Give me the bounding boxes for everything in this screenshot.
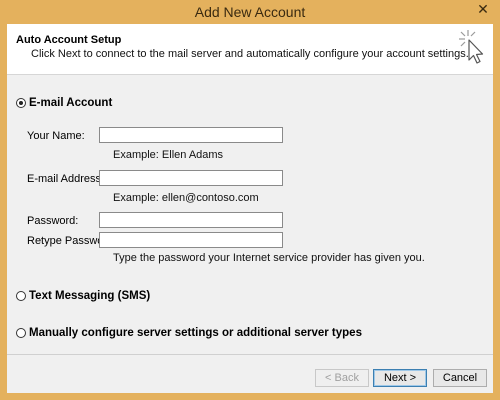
email-account-label: E-mail Account [29, 97, 113, 109]
cancel-button[interactable]: Cancel [433, 369, 487, 387]
your-name-field[interactable] [99, 127, 283, 143]
email-address-field[interactable] [99, 170, 283, 186]
header-band: Auto Account Setup Click Next to connect… [7, 24, 493, 75]
close-button[interactable]: ✕ [472, 0, 494, 18]
title-bar[interactable]: Add New Account ✕ [0, 0, 500, 24]
password-field[interactable] [99, 212, 283, 228]
manual-config-radio[interactable] [16, 328, 26, 338]
dialog-body: Auto Account Setup Click Next to connect… [7, 24, 493, 393]
email-address-label: E-mail Address: [27, 173, 105, 185]
email-account-option[interactable]: E-mail Account [16, 97, 112, 109]
wizard-cursor-icon [459, 30, 484, 64]
close-icon: ✕ [477, 1, 489, 17]
email-address-hint: Example: ellen@contoso.com [113, 192, 259, 204]
footer-divider [7, 354, 493, 355]
add-new-account-window: Add New Account ✕ Auto Account Setup Cli… [0, 0, 500, 400]
retype-password-field[interactable] [99, 232, 283, 248]
text-messaging-label: Text Messaging (SMS) [29, 290, 151, 302]
your-name-label: Your Name: [27, 130, 85, 142]
manual-config-option[interactable]: Manually configure server settings or ad… [16, 327, 362, 339]
header-subtitle: Click Next to connect to the mail server… [31, 48, 469, 60]
password-label: Password: [27, 215, 79, 227]
header-title: Auto Account Setup [16, 34, 122, 46]
password-hint: Type the password your Internet service … [113, 252, 425, 264]
email-account-radio[interactable] [16, 98, 26, 108]
your-name-hint: Example: Ellen Adams [113, 149, 224, 161]
next-button[interactable]: Next > [373, 369, 427, 387]
manual-config-label: Manually configure server settings or ad… [29, 327, 362, 339]
back-button[interactable]: < Back [315, 369, 369, 387]
text-messaging-option[interactable]: Text Messaging (SMS) [16, 290, 150, 302]
text-messaging-radio[interactable] [16, 291, 26, 301]
window-title: Add New Account [194, 4, 306, 20]
